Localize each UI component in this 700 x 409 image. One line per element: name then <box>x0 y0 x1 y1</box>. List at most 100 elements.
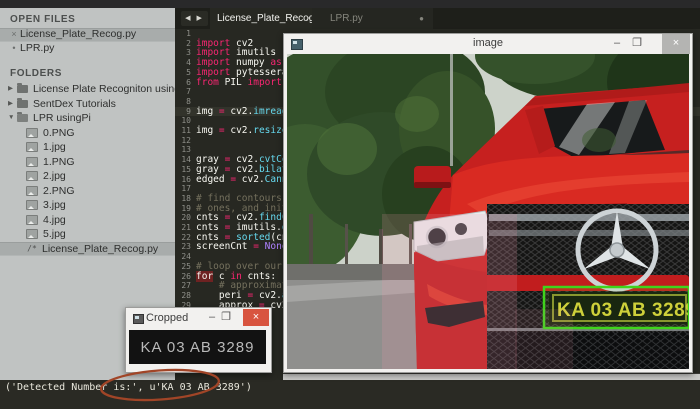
code-token: cv2. <box>230 106 253 117</box>
close-button[interactable]: × <box>243 309 269 326</box>
image-file-icon <box>26 157 38 167</box>
open-file-item[interactable]: •LPR.py <box>0 42 175 56</box>
line-number: 19 <box>175 204 191 214</box>
line-number: 15 <box>175 165 191 175</box>
chevron-right-icon[interactable]: ▶ <box>8 82 17 97</box>
code-token: screenCnt <box>196 241 253 252</box>
tab-close-icon[interactable]: × <box>306 8 311 29</box>
open-file-label: LPR.py <box>20 42 54 56</box>
open-files-heading: OPEN FILES <box>10 14 175 25</box>
tree-item[interactable]: 4.jpg <box>0 213 175 228</box>
console-output: ('Detected Number is:', u'KA 03 AB 3289'… <box>0 380 700 409</box>
minimize-button[interactable]: – <box>608 34 626 54</box>
line-number: 13 <box>175 145 191 155</box>
maximize-button[interactable]: ❐ <box>628 34 646 54</box>
chevron-down-icon[interactable]: ▼ <box>8 111 17 126</box>
tab-lpr[interactable]: LPR.py ● <box>312 8 433 29</box>
line-number: 5 <box>175 68 191 78</box>
tree-item[interactable]: ▶ License Plate Recogniton using OpenCv <box>0 82 175 97</box>
line-number: 3 <box>175 48 191 58</box>
minimize-button[interactable]: – <box>205 308 219 328</box>
close-icon[interactable]: × <box>8 28 20 42</box>
car-photo: KA 03 AB 3289 <box>287 54 689 369</box>
tree-item[interactable]: /*License_Plate_Recog.py <box>0 242 175 257</box>
tree-item-label: LPR usingPi <box>33 111 91 126</box>
line-number: 10 <box>175 116 191 126</box>
maximize-button[interactable]: ❐ <box>219 308 233 328</box>
tree-item[interactable]: 2.PNG <box>0 184 175 199</box>
code-token: = <box>219 125 230 136</box>
tree-item[interactable]: 1.PNG <box>0 155 175 170</box>
tree-item-label: 5.jpg <box>43 227 66 242</box>
image-file-icon <box>26 215 38 225</box>
cropped-plate-image: KA 03 AB 3289 <box>129 330 266 364</box>
tree-item[interactable]: 2.jpg <box>0 169 175 184</box>
pink-overlay <box>382 214 517 369</box>
code-token: import <box>248 77 288 88</box>
line-number: 20 <box>175 213 191 223</box>
image-viewer-window[interactable]: image – ❐ × <box>283 33 693 373</box>
line-number: 7 <box>175 87 191 97</box>
line-number: 4 <box>175 58 191 68</box>
tree-item-label: SentDex Tutorials <box>33 97 116 112</box>
line-number: 11 <box>175 126 191 136</box>
window-top-edge <box>0 0 700 8</box>
tree-item[interactable]: 5.jpg <box>0 227 175 242</box>
folder-icon <box>17 85 28 93</box>
tree-item-label: 2.jpg <box>43 169 66 184</box>
open-files-list: ×License_Plate_Recog.py•LPR.py <box>0 28 175 55</box>
image-file-icon <box>26 142 38 152</box>
image-file-icon <box>26 128 38 138</box>
image-file-icon <box>26 171 38 181</box>
line-number: 25 <box>175 262 191 272</box>
line-number: 22 <box>175 233 191 243</box>
tree-item-label: 3.jpg <box>43 198 66 213</box>
line-number: 28 <box>175 291 191 301</box>
cropped-plate-window[interactable]: Cropped – ❐ × KA 03 AB 3289 <box>125 307 272 373</box>
open-file-item[interactable]: ×License_Plate_Recog.py <box>0 28 175 42</box>
tree-item[interactable]: 3.jpg <box>0 198 175 213</box>
image-file-icon <box>26 200 38 210</box>
cropped-window-titlebar[interactable]: Cropped – ❐ × <box>126 308 271 330</box>
image-window-titlebar[interactable]: image – ❐ × <box>284 34 692 54</box>
cropped-window-icon <box>133 314 144 324</box>
code-token: img <box>196 125 219 136</box>
modified-dot-icon[interactable]: • <box>8 42 20 56</box>
code-token: = <box>230 174 241 185</box>
chevron-right-icon[interactable]: ▶ <box>8 97 17 112</box>
tree-item-label: 0.PNG <box>43 126 75 141</box>
tree-item-label: License Plate Recogniton using OpenCv <box>33 82 175 97</box>
tab-nav-arrows[interactable]: ◀ ▶ <box>181 11 208 26</box>
line-number: 12 <box>175 136 191 146</box>
tree-item[interactable]: 0.PNG <box>0 126 175 141</box>
tree-item[interactable]: 1.jpg <box>0 140 175 155</box>
line-number: 17 <box>175 184 191 194</box>
console-output-text: ('Detected Number is:', u'KA 03 AB 3289'… <box>5 382 252 393</box>
code-token: PIL <box>225 77 248 88</box>
tab-label: LPR.py <box>330 13 363 24</box>
car-photo-svg: KA 03 AB 3289 <box>287 54 689 369</box>
line-number: 14 <box>175 155 191 165</box>
line-number: 6 <box>175 78 191 88</box>
tree-item-label: License_Plate_Recog.py <box>42 242 158 257</box>
close-button[interactable]: × <box>662 34 690 54</box>
line-number: 18 <box>175 194 191 204</box>
folders-heading: FOLDERS <box>10 68 175 79</box>
code-token: = <box>253 241 264 252</box>
code-token: from <box>196 77 225 88</box>
tab-bar: ◀ ▶ License_Plate_Recog.py × LPR.py ● <box>175 8 700 29</box>
tab-modified-dot-icon: ● <box>419 8 424 29</box>
tree-item-label: 4.jpg <box>43 213 66 228</box>
image-file-icon <box>26 229 38 239</box>
app-window: OPEN FILES ×License_Plate_Recog.py•LPR.p… <box>0 0 700 409</box>
code-token: img <box>196 106 219 117</box>
code-token: edged <box>196 174 230 185</box>
tab-license-plate-recog[interactable]: License_Plate_Recog.py × <box>210 8 317 29</box>
tree-item[interactable]: ▼ LPR usingPi <box>0 111 175 126</box>
code-token: cv2. <box>230 125 253 136</box>
code-token: = <box>219 106 230 117</box>
tree-item[interactable]: ▶ SentDex Tutorials <box>0 97 175 112</box>
line-number: 9 <box>175 107 191 117</box>
cropped-plate-text: KA 03 AB 3289 <box>141 339 255 356</box>
folder-tree: ▶ License Plate Recogniton using OpenCv ▶ S… <box>0 82 175 256</box>
